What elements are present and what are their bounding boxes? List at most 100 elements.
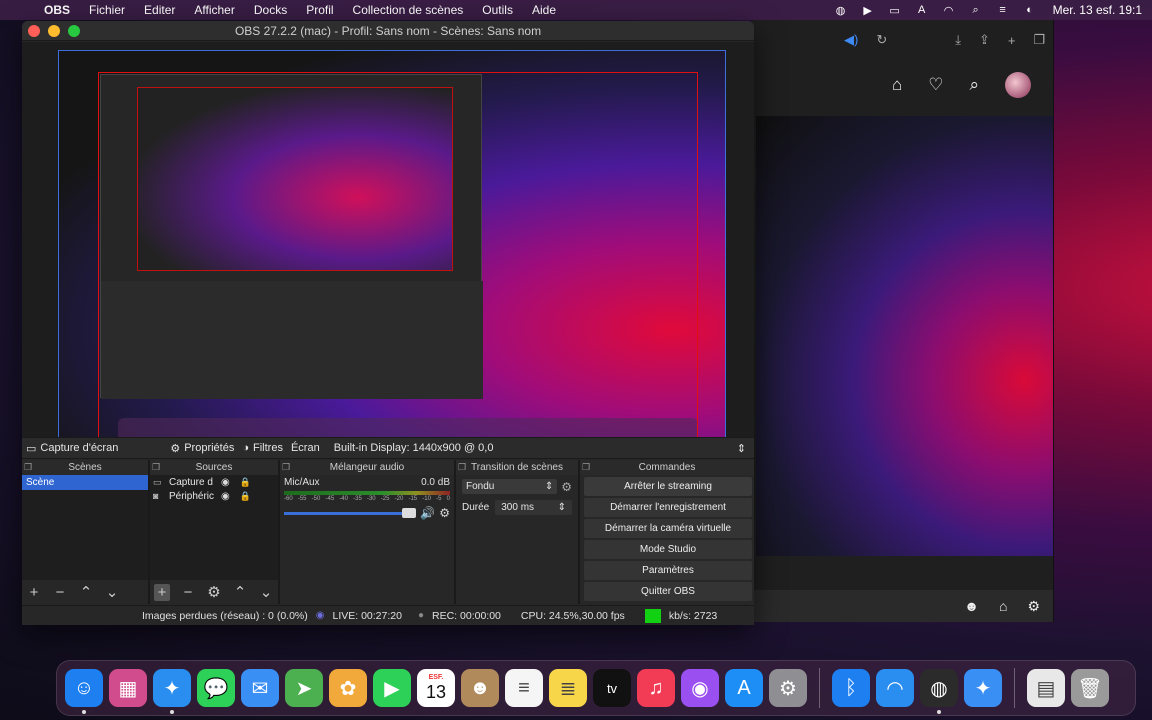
menu-outils[interactable]: Outils bbox=[482, 3, 513, 17]
settings-icon[interactable]: ⚙ bbox=[769, 669, 807, 707]
start-recording-button[interactable]: Démarrer l'enregistrement bbox=[584, 498, 752, 517]
notes-icon[interactable]: ≣ bbox=[549, 669, 587, 707]
battery-icon[interactable]: ▭ bbox=[887, 3, 903, 17]
safari-tech-icon[interactable]: ✦ bbox=[964, 669, 1002, 707]
start-virtual-camera-button[interactable]: Démarrer la caméra virtuelle bbox=[584, 519, 752, 538]
volume-fader[interactable] bbox=[284, 507, 417, 518]
wifi-icon[interactable]: ◠ bbox=[876, 669, 914, 707]
source-properties-button[interactable]: ⚙ bbox=[206, 583, 222, 601]
menu-collection-scenes[interactable]: Collection de scènes bbox=[353, 3, 464, 17]
filters-button[interactable]: ◑ Filtres bbox=[242, 442, 283, 454]
stepper-icon[interactable]: ⇕ bbox=[558, 502, 566, 513]
speaker-icon[interactable]: 🔊 bbox=[420, 506, 435, 520]
menu-profil[interactable]: Profil bbox=[306, 3, 333, 17]
duration-input[interactable]: 300 ms ⇕ bbox=[495, 500, 572, 515]
launchpad-icon[interactable]: ▦ bbox=[109, 669, 147, 707]
settings-button[interactable]: Paramètres bbox=[584, 561, 752, 580]
dock-float-icon[interactable]: ❐ bbox=[24, 462, 32, 473]
zoom-icon[interactable] bbox=[68, 24, 80, 37]
add-source-button[interactable]: + bbox=[154, 583, 170, 601]
search-icon[interactable]: ⌕ bbox=[968, 3, 984, 17]
messages-icon[interactable]: 💬 bbox=[197, 669, 235, 707]
transition-select[interactable]: Fondu ⇕ bbox=[462, 479, 558, 494]
download-icon[interactable]: ⤓ bbox=[955, 32, 961, 48]
text-input-icon[interactable]: A bbox=[914, 3, 930, 17]
appletv-icon[interactable]: tv bbox=[593, 669, 631, 707]
menu-fichier[interactable]: Fichier bbox=[89, 3, 125, 17]
maps-icon[interactable]: ➤ bbox=[285, 669, 323, 707]
facetime-icon[interactable]: ▶ bbox=[373, 669, 411, 707]
scene-item[interactable]: Scène bbox=[22, 475, 148, 490]
eye-icon[interactable]: ◉ bbox=[221, 477, 230, 488]
remove-scene-button[interactable]: − bbox=[52, 584, 68, 601]
bluetooth-icon[interactable]: ᛒ bbox=[832, 669, 870, 707]
search-icon[interactable]: ⌕ bbox=[969, 75, 979, 95]
scene-down-button[interactable]: ⌄ bbox=[104, 583, 120, 601]
background-nav: ⌂ ♡ ⌕ bbox=[752, 60, 1053, 110]
gear-icon[interactable]: ⚙ bbox=[1027, 598, 1040, 615]
siri-icon[interactable]: ◐ bbox=[1022, 3, 1038, 17]
audio-icon[interactable]: ◀) bbox=[844, 32, 858, 48]
preview-area[interactable] bbox=[22, 42, 754, 450]
dock-float-icon[interactable]: ❐ bbox=[582, 462, 590, 473]
display-select[interactable]: Built-in Display: 1440x900 @ 0,0 ⇕ bbox=[334, 442, 750, 455]
emoji-icon[interactable]: ☻ bbox=[964, 598, 979, 614]
dock-float-icon[interactable]: ❐ bbox=[152, 462, 160, 473]
minimize-icon[interactable] bbox=[48, 24, 60, 37]
share-icon[interactable]: ⇪ bbox=[979, 32, 990, 48]
reminders-icon[interactable]: ≡ bbox=[505, 669, 543, 707]
properties-button[interactable]: ⚙ Propriétés bbox=[170, 442, 234, 455]
control-center-icon[interactable]: ≡ bbox=[995, 3, 1011, 17]
reload-icon[interactable]: ↻ bbox=[876, 32, 887, 48]
fader-knob[interactable] bbox=[402, 507, 417, 518]
photos-icon[interactable]: ✿ bbox=[329, 669, 367, 707]
avatar[interactable] bbox=[1005, 72, 1031, 98]
remove-source-button[interactable]: − bbox=[180, 584, 196, 601]
eye-icon[interactable]: ◉ bbox=[221, 491, 230, 502]
close-icon[interactable] bbox=[28, 24, 40, 37]
source-selection-frame[interactable] bbox=[98, 72, 698, 448]
scene-up-button[interactable]: ⌃ bbox=[78, 583, 94, 601]
podcasts-icon[interactable]: ◉ bbox=[681, 669, 719, 707]
lock-icon[interactable]: 🔒 bbox=[240, 491, 251, 502]
new-tab-icon[interactable]: + bbox=[1008, 33, 1016, 48]
contacts-icon[interactable]: ☻ bbox=[461, 669, 499, 707]
store-icon[interactable]: ⌂ bbox=[999, 598, 1007, 614]
lock-icon[interactable]: 🔒 bbox=[240, 477, 251, 488]
menu-obs[interactable]: OBS bbox=[44, 3, 70, 17]
add-scene-button[interactable]: + bbox=[26, 584, 42, 601]
quit-obs-button[interactable]: Quitter OBS bbox=[584, 582, 752, 601]
menu-clock[interactable]: Mer. 13 esf. 19:1 bbox=[1053, 3, 1142, 17]
source-up-button[interactable]: ⌃ bbox=[232, 583, 248, 601]
obs-icon[interactable]: ◍ bbox=[920, 669, 958, 714]
menu-afficher[interactable]: Afficher bbox=[194, 3, 234, 17]
calendar-icon[interactable]: ESF. 13 bbox=[417, 669, 455, 707]
store-icon[interactable]: ⌂ bbox=[892, 75, 902, 95]
wifi-status-icon[interactable]: ◠ bbox=[941, 3, 957, 17]
menu-editer[interactable]: Editer bbox=[144, 3, 175, 17]
play-status-icon[interactable]: ▶ bbox=[860, 3, 876, 17]
dock-float-icon[interactable]: ❐ bbox=[458, 462, 466, 473]
document-icon[interactable]: ▤ bbox=[1027, 669, 1065, 707]
music-icon[interactable]: ♫ bbox=[637, 669, 675, 707]
running-indicator bbox=[170, 710, 174, 714]
source-item[interactable]: ▭ Capture d ◉ 🔒 bbox=[150, 475, 278, 489]
stop-streaming-button[interactable]: Arrêter le streaming bbox=[584, 477, 752, 496]
dock-float-icon[interactable]: ❐ bbox=[282, 462, 290, 473]
gear-icon[interactable]: ⚙ bbox=[439, 506, 450, 520]
menu-aide[interactable]: Aide bbox=[532, 3, 556, 17]
tabs-icon[interactable]: ❐ bbox=[1033, 32, 1045, 48]
menu-docks[interactable]: Docks bbox=[254, 3, 287, 17]
heart-icon[interactable]: ♡ bbox=[928, 75, 943, 95]
appstore-icon[interactable]: A bbox=[725, 669, 763, 707]
gear-icon[interactable]: ⚙ bbox=[561, 480, 572, 494]
source-item[interactable]: ◙ Périphéric ◉ 🔒 bbox=[150, 489, 278, 503]
safari-icon[interactable]: ✦ bbox=[153, 669, 191, 714]
obs-status-icon[interactable]: ◍ bbox=[833, 3, 849, 17]
studio-mode-button[interactable]: Mode Studio bbox=[584, 540, 752, 559]
meter-tick: -10 bbox=[422, 496, 431, 502]
finder-icon[interactable]: ☺ bbox=[65, 669, 103, 714]
source-down-button[interactable]: ⌄ bbox=[258, 583, 274, 601]
mail-icon[interactable]: ✉ bbox=[241, 669, 279, 707]
trash-icon[interactable]: 🗑 bbox=[1071, 669, 1109, 707]
